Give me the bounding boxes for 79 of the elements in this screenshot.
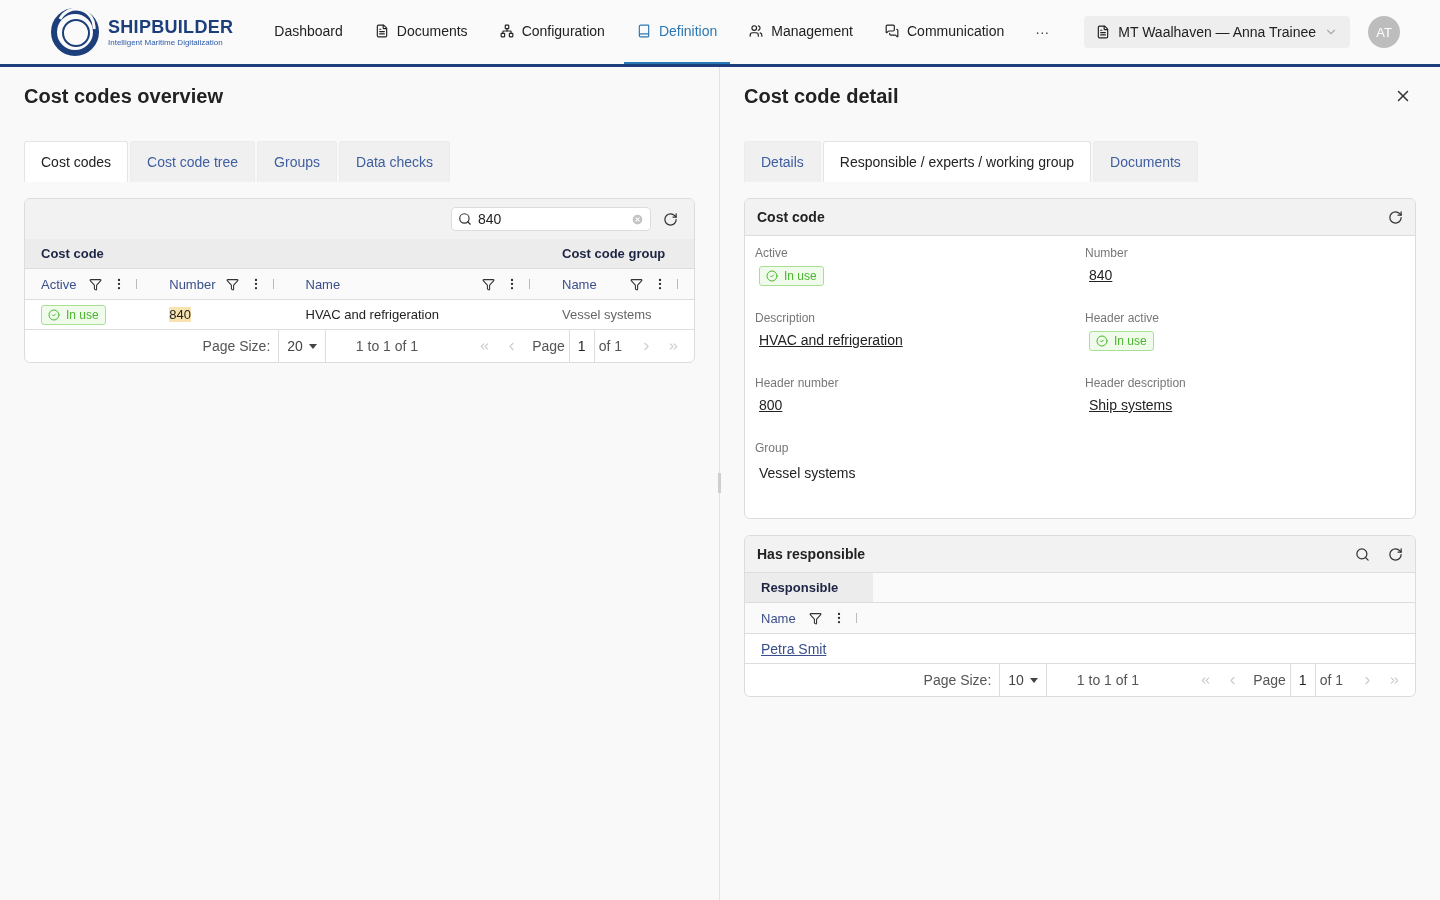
column-group-header: Cost code group	[562, 246, 666, 261]
page-number-field[interactable]: 1	[568, 330, 595, 362]
tab[interactable]: Details	[744, 141, 821, 182]
refresh-icon[interactable]	[1388, 546, 1403, 562]
filter-icon[interactable]	[809, 611, 822, 625]
row-range: 1 to 1 of 1	[354, 338, 420, 354]
page-size-select[interactable]: 20	[278, 330, 326, 362]
page-size-select[interactable]: 10	[999, 664, 1047, 696]
book-icon	[636, 24, 651, 38]
field-link[interactable]: Ship systems	[1089, 397, 1173, 413]
caret-icon	[308, 343, 317, 349]
filter-icon[interactable]	[482, 277, 495, 291]
search-icon	[458, 212, 472, 226]
search-field[interactable]: 840	[451, 207, 651, 231]
field-label: Header active	[1085, 311, 1161, 325]
table-cell: Vessel systems	[562, 307, 652, 322]
resize-handle[interactable]	[718, 473, 721, 493]
page-size-label: Page Size:	[922, 672, 993, 688]
context-selector[interactable]: MT Waalhaven — Anna Trainee	[1084, 16, 1350, 48]
field-link[interactable]: HVAC and refrigeration	[759, 332, 903, 348]
page-count: of 1	[597, 338, 623, 354]
nav-tab[interactable]: Configuration	[486, 0, 618, 64]
refresh-icon[interactable]	[1388, 209, 1403, 225]
refresh-icon[interactable]	[663, 211, 678, 227]
column-header[interactable]: Name	[761, 610, 799, 626]
page-size-label: Page Size:	[201, 338, 272, 354]
card-title: Has responsible	[757, 546, 867, 562]
field-link[interactable]: 800	[759, 397, 783, 413]
caret-icon	[1029, 677, 1038, 683]
nav-tab[interactable]: Management	[736, 0, 866, 64]
tab[interactable]: Responsible / experts / working group	[822, 141, 1092, 182]
column-header[interactable]: Number	[169, 276, 216, 292]
field-label: Description	[755, 311, 817, 325]
page-number-field[interactable]: 1	[1289, 664, 1316, 696]
panel-title: Cost code detail	[744, 84, 899, 108]
more-menu[interactable]: ···	[1017, 24, 1068, 40]
logo-icon	[50, 7, 100, 57]
page-count: of 1	[1318, 672, 1344, 688]
brand-tagline: Intelligent Maritime Digitalization	[108, 38, 224, 47]
nav-tab[interactable]: Dashboard	[261, 0, 356, 64]
nav-tab[interactable]: Definition	[623, 0, 731, 64]
field-label: Header number	[755, 376, 840, 390]
tab[interactable]: Data checks	[339, 141, 451, 182]
document-icon	[374, 24, 389, 38]
page-label: Page	[532, 338, 566, 354]
table-cell: HVAC and refrigeration	[305, 307, 439, 322]
hierarchy-icon	[499, 24, 514, 38]
status-badge: In use	[1089, 331, 1154, 351]
search-icon[interactable]	[1355, 546, 1370, 562]
page-title: Cost codes overview	[24, 84, 223, 108]
table-cell: 840	[169, 307, 191, 322]
page-label: Page	[1253, 672, 1287, 688]
nav-tab[interactable]: Documents	[361, 0, 481, 64]
chat-icon	[885, 24, 899, 38]
filter-icon[interactable]	[89, 277, 103, 291]
card-title: Cost code	[757, 209, 826, 225]
field-link[interactable]: 840	[1089, 267, 1113, 283]
filter-icon[interactable]	[225, 277, 239, 291]
field-label: Active	[755, 246, 789, 260]
users-icon	[749, 24, 764, 38]
tab[interactable]: Cost code tree	[130, 141, 256, 182]
document-icon	[1096, 25, 1111, 39]
field-value: Vessel systems	[759, 465, 857, 481]
tab[interactable]: Groups	[257, 141, 338, 182]
column-header[interactable]: Active	[41, 276, 80, 292]
responsible-link[interactable]: Petra Smit	[761, 640, 827, 657]
filter-icon[interactable]	[630, 277, 643, 291]
tab[interactable]: Documents	[1093, 141, 1198, 182]
column-group-header: Cost code	[41, 246, 104, 261]
status-badge: In use	[41, 304, 106, 325]
nav-tab[interactable]: Communication	[872, 0, 1018, 64]
tab[interactable]: Cost codes	[24, 141, 129, 182]
column-group-header: Responsible	[761, 580, 839, 595]
brand-name: SHIPBUILDER	[108, 17, 234, 38]
field-label: Group	[755, 441, 790, 455]
field-label: Number	[1085, 246, 1129, 260]
field-label: Header description	[1085, 376, 1187, 390]
status-badge: In use	[759, 266, 824, 286]
row-range: 1 to 1 of 1	[1075, 672, 1141, 688]
